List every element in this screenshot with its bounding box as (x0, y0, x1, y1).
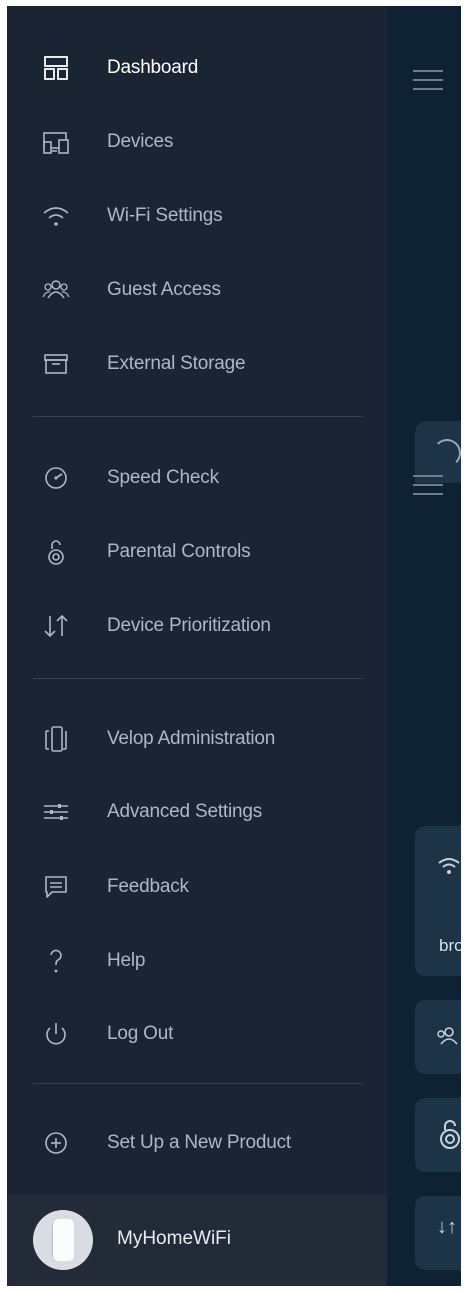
menu-item-parental-controls[interactable]: Parental Controls (7, 522, 387, 582)
menu-label: Guest Access (107, 279, 221, 300)
menu-item-velop-administration[interactable]: Velop Administration (7, 709, 387, 769)
network-footer[interactable]: MyHomeWiFi (7, 1194, 387, 1286)
navigation-drawer: Dashboard Devices Wi-Fi Settings Guest A… (7, 6, 387, 1286)
menu-label: Help (107, 950, 146, 971)
menu-item-wifi-settings[interactable]: Wi-Fi Settings (7, 186, 387, 246)
menu-item-devices[interactable]: Devices (7, 112, 387, 172)
guest-access-card[interactable] (415, 1000, 461, 1074)
menu-label: Device Prioritization (107, 615, 271, 636)
menu-label: Velop Administration (107, 728, 276, 749)
app-screen: bro ↓↑ Dashboard Devices Wi-Fi Settings … (7, 6, 461, 1286)
menu-divider (33, 678, 363, 679)
menu-item-dashboard[interactable]: Dashboard (7, 38, 387, 98)
menu-item-device-prioritization[interactable]: Device Prioritization (7, 596, 387, 656)
menu-divider (33, 416, 363, 417)
menu-label: Dashboard (107, 57, 199, 78)
menu-label: Feedback (107, 876, 189, 897)
background-card (415, 421, 461, 483)
menu-label: Set Up a New Product (107, 1132, 291, 1153)
menu-divider (33, 1083, 363, 1084)
device-prioritization-icon: ↓↑ (437, 1216, 457, 1238)
menu-label: Wi-Fi Settings (107, 205, 223, 226)
speed-check-icon (41, 463, 71, 493)
menu-item-help[interactable]: Help (7, 931, 387, 991)
speed-check-icon (433, 439, 461, 467)
menu-label: External Storage (107, 353, 246, 374)
menu-label: Log Out (107, 1023, 174, 1044)
hamburger-menu-icon[interactable] (413, 475, 443, 495)
device-prioritization-icon (41, 611, 71, 641)
device-prioritization-card[interactable]: ↓↑ (415, 1196, 461, 1270)
wifi-icon (437, 856, 461, 881)
menu-item-feedback[interactable]: Feedback (7, 857, 387, 917)
network-name: MyHomeWiFi (117, 1228, 231, 1249)
external-storage-icon (41, 349, 71, 379)
menu-item-speed-check[interactable]: Speed Check (7, 448, 387, 508)
wifi-network-partial-name: bro (439, 936, 461, 955)
parental-controls-card[interactable] (415, 1098, 461, 1172)
velop-administration-icon (41, 724, 71, 754)
power-icon (41, 1019, 71, 1049)
menu-label: Advanced Settings (107, 801, 263, 822)
menu-item-log-out[interactable]: Log Out (7, 1004, 387, 1064)
menu-label: Speed Check (107, 467, 219, 488)
dashboard-icon (41, 53, 71, 83)
devices-icon (41, 127, 71, 157)
menu-item-advanced-settings[interactable]: Advanced Settings (7, 782, 387, 842)
feedback-icon (41, 872, 71, 902)
hamburger-menu-icon[interactable] (413, 70, 443, 90)
add-circle-icon (41, 1128, 71, 1158)
menu-label: Devices (107, 131, 174, 152)
advanced-settings-icon (41, 797, 71, 827)
help-icon (41, 946, 71, 976)
parental-controls-icon (439, 1118, 461, 1155)
guest-access-icon (41, 275, 71, 305)
velop-node-avatar (33, 1210, 93, 1270)
wifi-card[interactable]: bro (415, 826, 461, 976)
parental-controls-icon (41, 537, 71, 567)
menu-item-set-up-new-product[interactable]: Set Up a New Product (7, 1113, 387, 1173)
menu-item-guest-access[interactable]: Guest Access (7, 260, 387, 320)
background-dashboard: bro ↓↑ (387, 6, 461, 1286)
wifi-icon (41, 201, 71, 231)
menu-item-external-storage[interactable]: External Storage (7, 334, 387, 394)
guest-access-icon (435, 1024, 461, 1053)
menu-label: Parental Controls (107, 541, 251, 562)
